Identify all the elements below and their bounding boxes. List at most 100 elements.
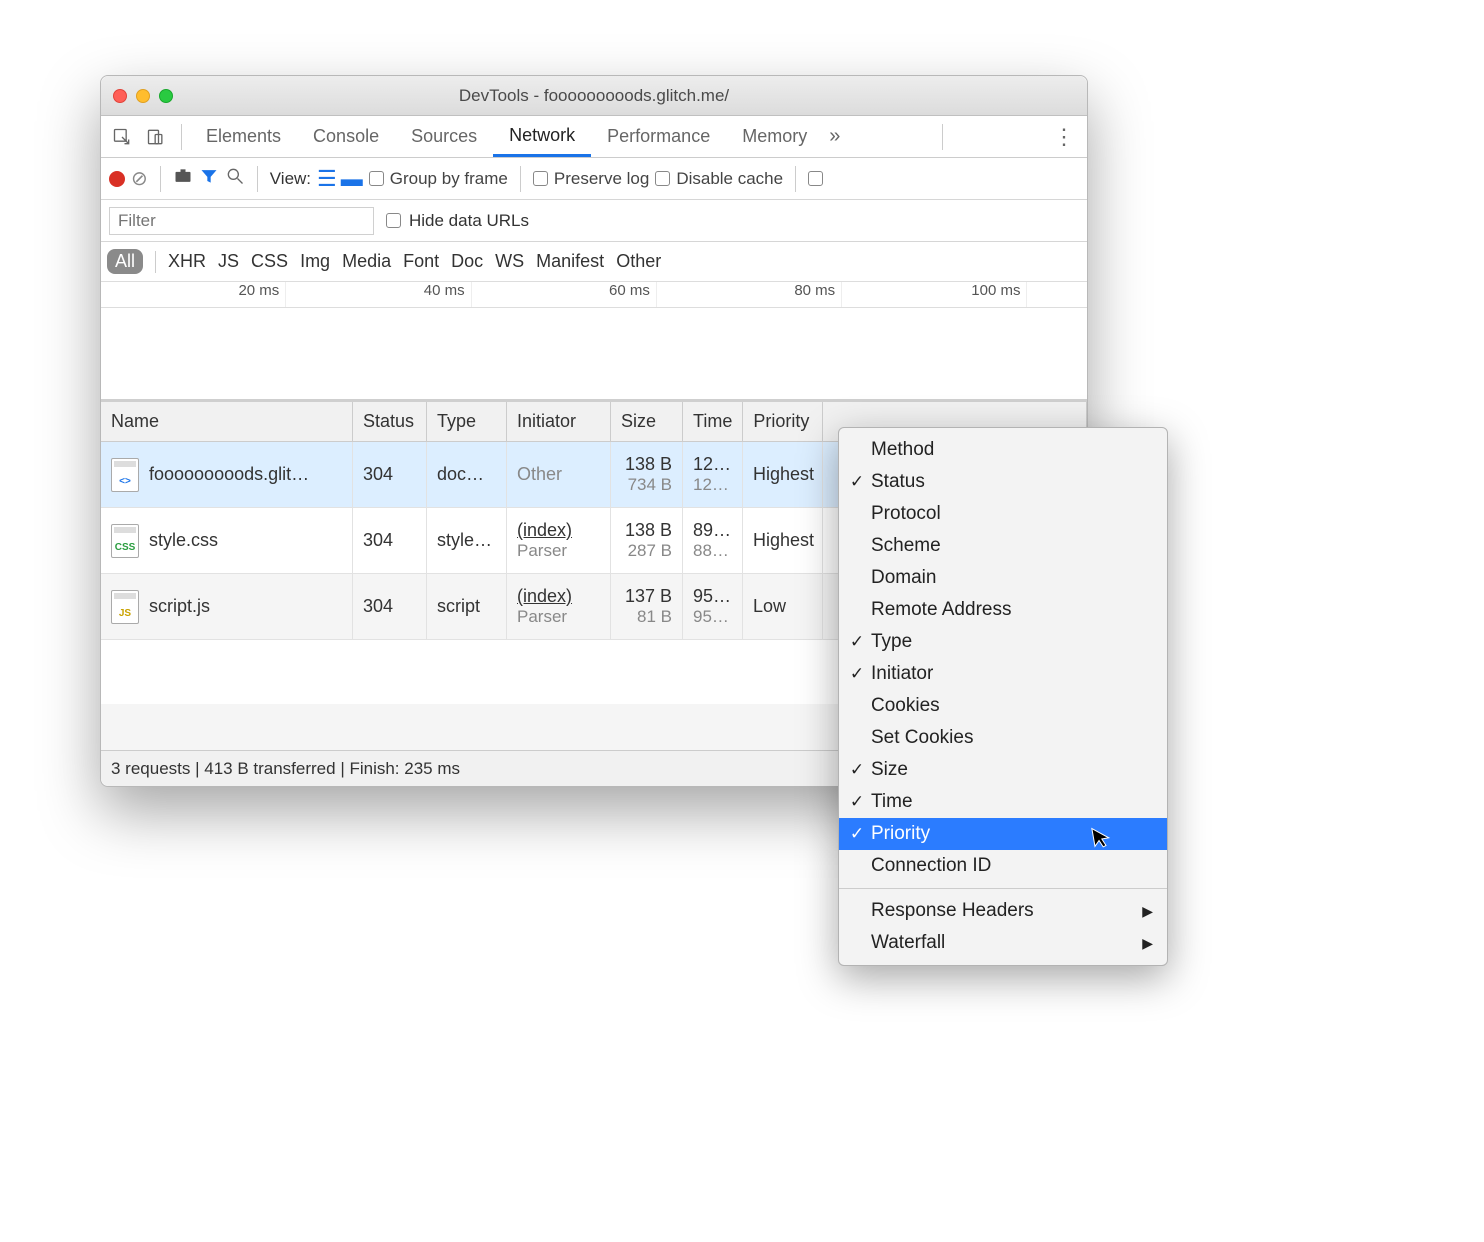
context-menu-item-connection-id[interactable]: Connection ID — [839, 850, 1167, 882]
capture-screenshot-icon[interactable] — [173, 166, 193, 191]
tabs-overflow-button[interactable]: » — [829, 125, 840, 148]
timeline-tick: 80 ms — [657, 282, 842, 307]
view-label: View: — [270, 169, 311, 189]
context-menu-label: Scheme — [871, 535, 941, 557]
offline-checkbox-cutoff[interactable] — [808, 171, 826, 186]
window-title: DevTools - fooooooooods.glitch.me/ — [101, 86, 1087, 106]
tab-memory[interactable]: Memory — [726, 116, 823, 157]
checkbox-box[interactable] — [808, 171, 823, 186]
context-menu-label: Domain — [871, 567, 936, 589]
timeline-ticks: 20 ms 40 ms 60 ms 80 ms 100 ms — [101, 282, 1087, 308]
context-menu-label: Priority — [871, 823, 930, 845]
type-filter-doc[interactable]: Doc — [451, 251, 483, 272]
context-menu-item-type[interactable]: ✓Type — [839, 626, 1167, 658]
cell-initiator[interactable]: (index) Parser — [507, 508, 611, 573]
context-menu-item-set-cookies[interactable]: Set Cookies — [839, 722, 1167, 754]
overview-icon[interactable]: ▬ — [341, 168, 363, 190]
context-menu-item-method[interactable]: Method — [839, 434, 1167, 466]
context-menu-item-domain[interactable]: Domain — [839, 562, 1167, 594]
search-icon[interactable] — [225, 166, 245, 191]
type-filter-img[interactable]: Img — [300, 251, 330, 272]
column-header-priority[interactable]: Priority — [743, 402, 823, 441]
timeline-overview[interactable]: 20 ms 40 ms 60 ms 80 ms 100 ms — [101, 282, 1087, 402]
context-menu-label: Status — [871, 471, 925, 493]
column-header-type[interactable]: Type — [427, 402, 507, 441]
tab-sources[interactable]: Sources — [395, 116, 493, 157]
context-menu-item-cookies[interactable]: Cookies — [839, 690, 1167, 722]
panel-tabs: Elements Console Sources Network Perform… — [101, 116, 1087, 158]
separator — [520, 166, 521, 192]
context-menu-item-scheme[interactable]: Scheme — [839, 530, 1167, 562]
view-mode-icons[interactable]: ☰ ▬ — [317, 168, 363, 190]
column-header-status[interactable]: Status — [353, 402, 427, 441]
column-header-time[interactable]: Time — [683, 402, 743, 441]
more-options-icon[interactable]: ⋮ — [1053, 124, 1075, 150]
type-filter-all[interactable]: All — [107, 249, 143, 274]
context-menu-item-priority[interactable]: ✓Priority — [839, 818, 1167, 850]
context-menu-item-initiator[interactable]: ✓Initiator — [839, 658, 1167, 690]
preserve-log-checkbox[interactable]: Preserve log — [533, 169, 649, 189]
cell-priority: Highest — [743, 442, 823, 507]
type-filter-css[interactable]: CSS — [251, 251, 288, 272]
record-button[interactable] — [109, 171, 125, 187]
network-toolbar: ⊘ View: ☰ ▬ Group by frame Preserve log … — [101, 158, 1087, 200]
cell-name: JS script.js — [101, 574, 353, 639]
cell-name: CSS style.css — [101, 508, 353, 573]
cell-initiator[interactable]: (index) Parser — [507, 574, 611, 639]
separator — [155, 251, 156, 273]
disable-cache-label: Disable cache — [676, 169, 783, 189]
context-menu-separator — [839, 888, 1167, 889]
context-menu-item-remote-address[interactable]: Remote Address — [839, 594, 1167, 626]
cell-status: 304 — [353, 442, 427, 507]
tab-network[interactable]: Network — [493, 116, 591, 157]
type-filter-xhr[interactable]: XHR — [168, 251, 206, 272]
cell-priority: Highest — [743, 508, 823, 573]
column-header-size[interactable]: Size — [611, 402, 683, 441]
context-menu-item-time[interactable]: ✓Time — [839, 786, 1167, 818]
type-filter-js[interactable]: JS — [218, 251, 239, 272]
checkbox-box[interactable] — [533, 171, 548, 186]
check-icon: ✓ — [847, 632, 867, 652]
context-menu-item-protocol[interactable]: Protocol — [839, 498, 1167, 530]
file-name: script.js — [149, 596, 210, 617]
timeline-tick: 20 ms — [101, 282, 286, 307]
status-text: 3 requests | 413 B transferred | Finish:… — [111, 759, 460, 779]
filter-input[interactable] — [109, 207, 374, 235]
type-filter-other[interactable]: Other — [616, 251, 661, 272]
cell-initiator: Other — [507, 442, 611, 507]
group-by-frame-checkbox[interactable]: Group by frame — [369, 169, 508, 189]
disable-cache-checkbox[interactable]: Disable cache — [655, 169, 783, 189]
context-menu-item-waterfall[interactable]: Waterfall▶ — [839, 927, 1167, 959]
type-filter-ws[interactable]: WS — [495, 251, 524, 272]
checkbox-box[interactable] — [369, 171, 384, 186]
checkbox-box[interactable] — [386, 213, 401, 228]
check-icon: ✓ — [847, 792, 867, 812]
cell-size: 138 B 287 B — [611, 508, 683, 573]
stylesheet-icon: CSS — [111, 524, 139, 558]
context-menu-label: Connection ID — [871, 855, 991, 877]
cell-size: 137 B 81 B — [611, 574, 683, 639]
type-filter-manifest[interactable]: Manifest — [536, 251, 604, 272]
large-rows-icon[interactable]: ☰ — [317, 168, 337, 190]
context-menu-label: Waterfall — [871, 932, 945, 954]
cell-time: 89… 88… — [683, 508, 743, 573]
clear-icon[interactable]: ⊘ — [131, 166, 148, 191]
checkbox-box[interactable] — [655, 171, 670, 186]
type-filter-font[interactable]: Font — [403, 251, 439, 272]
type-filter-media[interactable]: Media — [342, 251, 391, 272]
column-header-name[interactable]: Name — [101, 402, 353, 441]
tab-elements[interactable]: Elements — [190, 116, 297, 157]
device-toolbar-icon[interactable] — [143, 124, 169, 150]
filter-row: Hide data URLs — [101, 200, 1087, 242]
filter-toggle-icon[interactable] — [199, 166, 219, 192]
inspect-element-icon[interactable] — [109, 124, 135, 150]
context-menu-item-response-headers[interactable]: Response Headers▶ — [839, 895, 1167, 927]
context-menu-item-size[interactable]: ✓Size — [839, 754, 1167, 786]
hide-data-urls-checkbox[interactable]: Hide data URLs — [386, 211, 529, 231]
timeline-tick-blank — [1027, 282, 1086, 307]
tab-console[interactable]: Console — [297, 116, 395, 157]
context-menu-label: Response Headers — [871, 900, 1034, 922]
tab-performance[interactable]: Performance — [591, 116, 726, 157]
column-header-initiator[interactable]: Initiator — [507, 402, 611, 441]
context-menu-item-status[interactable]: ✓Status — [839, 466, 1167, 498]
